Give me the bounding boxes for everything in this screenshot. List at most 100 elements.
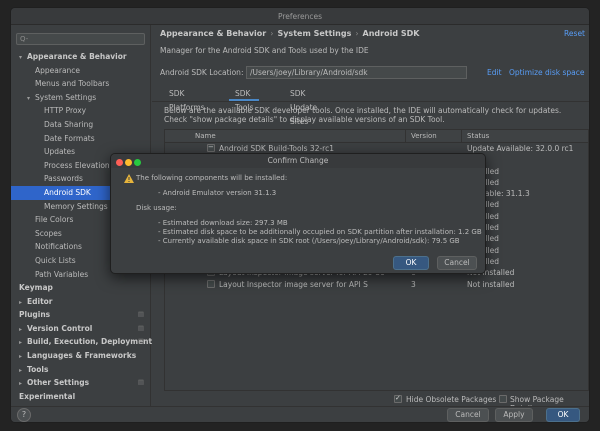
sdk-location-row: Android SDK Location: /Users/joey/Librar… bbox=[160, 66, 585, 79]
sidebar-item-label: Data Sharing bbox=[44, 119, 94, 129]
dialog-cancel-button[interactable]: Cancel bbox=[437, 256, 477, 270]
sidebar-item-editor[interactable]: ▸ Editor bbox=[11, 295, 150, 309]
sidebar-item-appearance-behavior[interactable]: ▾ Appearance & Behavior bbox=[11, 50, 150, 64]
sidebar-item-label: Languages & Frameworks bbox=[27, 351, 137, 361]
sidebar-item-label: Passwords bbox=[44, 174, 83, 184]
sidebar-item-label: Path Variables bbox=[35, 269, 89, 279]
show-details-checkbox[interactable] bbox=[499, 395, 507, 403]
breadcrumb-part: Appearance & Behavior bbox=[160, 29, 267, 38]
project-settings-icon: ▤ bbox=[137, 337, 144, 346]
table-header: Name Version Status bbox=[165, 130, 588, 143]
row-status: Not installed bbox=[467, 279, 515, 289]
chevron-right-icon[interactable]: ▸ bbox=[19, 350, 27, 364]
reset-link[interactable]: Reset bbox=[564, 25, 585, 43]
apply-button[interactable]: Apply bbox=[495, 408, 533, 422]
sidebar-item-label: Date Formats bbox=[44, 133, 95, 143]
close-window-icon[interactable] bbox=[116, 159, 123, 166]
sidebar-item-label: System Settings bbox=[35, 92, 97, 102]
column-header-name[interactable]: Name bbox=[195, 132, 216, 140]
sidebar-item-label: Appearance bbox=[35, 65, 81, 75]
help-button[interactable]: ? bbox=[17, 408, 31, 422]
cancel-button[interactable]: Cancel bbox=[447, 408, 489, 422]
confirm-change-dialog: Confirm Change The following components … bbox=[110, 153, 486, 274]
breadcrumb-separator: › bbox=[270, 29, 274, 38]
breadcrumb-separator: › bbox=[355, 29, 359, 38]
sidebar-item-label: Appearance & Behavior bbox=[27, 52, 127, 61]
row-status: Update Available: 32.0.0 rc1 bbox=[467, 144, 574, 153]
row-name: Layout Inspector image server for API S bbox=[219, 279, 368, 289]
sidebar-item-label: File Colors bbox=[35, 215, 74, 225]
breadcrumb-part: System Settings bbox=[277, 29, 352, 38]
tab-sdk-platforms[interactable]: SDK Platforms bbox=[169, 87, 205, 112]
dialog-body: The following components will be install… bbox=[111, 168, 485, 273]
sidebar-item-data-sharing[interactable]: Data Sharing bbox=[11, 118, 150, 132]
sidebar-item-label: Scopes bbox=[35, 228, 62, 238]
chevron-right-icon[interactable]: ▸ bbox=[19, 323, 27, 337]
sidebar-item-label: HTTP Proxy bbox=[44, 106, 87, 116]
project-settings-icon: ▤ bbox=[137, 323, 144, 332]
sidebar-item-experimental[interactable]: Experimental bbox=[11, 390, 150, 404]
warning-icon bbox=[124, 174, 134, 183]
install-item: - Android Emulator version 31.1.3 bbox=[158, 189, 277, 197]
row-checkbox[interactable] bbox=[207, 143, 215, 152]
chevron-right-icon[interactable]: ▸ bbox=[19, 336, 27, 350]
project-settings-icon: ▤ bbox=[137, 310, 144, 319]
tab-sdk-update-sites[interactable]: SDK Update Sites bbox=[290, 87, 317, 126]
chevron-right-icon[interactable]: ▸ bbox=[19, 296, 27, 310]
column-header-status[interactable]: Status bbox=[467, 132, 489, 140]
disk-usage-line: - Estimated download size: 297.3 MB bbox=[158, 219, 288, 227]
sidebar-item-version-control[interactable]: ▸ Version Control ▤ bbox=[11, 322, 150, 336]
window-title: Preferences bbox=[11, 8, 589, 25]
chevron-down-icon[interactable]: ▾ bbox=[19, 51, 27, 65]
sidebar-item-date-formats[interactable]: Date Formats bbox=[11, 132, 150, 146]
sidebar-item-system-settings[interactable]: ▾ System Settings bbox=[11, 91, 150, 105]
breadcrumb-part: Android SDK bbox=[362, 29, 420, 38]
tab-divider bbox=[152, 101, 589, 102]
sdk-location-label: Android SDK Location: bbox=[160, 68, 244, 77]
sdk-location-field[interactable]: /Users/joey/Library/Android/sdk bbox=[246, 66, 467, 79]
chevron-down-icon[interactable]: ▾ bbox=[27, 92, 35, 106]
sidebar-item-http-proxy[interactable]: HTTP Proxy bbox=[11, 104, 150, 118]
column-header-version[interactable]: Version bbox=[411, 132, 437, 140]
sidebar-item-label: Version Control bbox=[27, 323, 93, 333]
sidebar-item-languages-frameworks[interactable]: ▸ Languages & Frameworks bbox=[11, 349, 150, 363]
disk-usage-line: - Currently available disk space in SDK … bbox=[158, 237, 460, 245]
sidebar-item-label: Quick Lists bbox=[35, 255, 76, 265]
table-row[interactable]: Layout Inspector image server for API S 3… bbox=[165, 279, 588, 290]
dialog-ok-button[interactable]: OK bbox=[393, 256, 429, 270]
row-version: 3 bbox=[411, 279, 416, 289]
sidebar-item-label: Keymap bbox=[19, 283, 53, 293]
ok-button[interactable]: OK bbox=[546, 408, 580, 422]
edit-link[interactable]: Edit bbox=[487, 68, 502, 77]
row-name: Android SDK Build-Tools 32-rc1 bbox=[219, 144, 334, 153]
chevron-right-icon[interactable]: ▸ bbox=[19, 364, 27, 378]
zoom-window-icon[interactable] bbox=[134, 159, 141, 166]
column-divider bbox=[405, 130, 406, 143]
sidebar-item-other-settings[interactable]: ▸ Other Settings ▤ bbox=[11, 376, 150, 390]
sidebar-item-label: Notifications bbox=[35, 242, 82, 252]
chevron-right-icon[interactable]: ▸ bbox=[19, 377, 27, 391]
dialog-title: Confirm Change bbox=[267, 156, 329, 165]
sidebar-item-appearance[interactable]: Appearance bbox=[11, 64, 150, 78]
optimize-disk-space-link[interactable]: Optimize disk space bbox=[509, 68, 585, 77]
hide-obsolete-checkbox[interactable] bbox=[394, 394, 402, 403]
sidebar-item-label: Other Settings bbox=[27, 378, 90, 388]
panel-description: Manager for the Android SDK and Tools us… bbox=[160, 46, 369, 55]
sidebar-item-label: Updates bbox=[44, 147, 76, 157]
dialog-footer: ? Cancel Apply OK bbox=[11, 406, 589, 422]
disk-usage-line: - Estimated disk space to be additionall… bbox=[158, 228, 482, 236]
sidebar-item-tools[interactable]: ▸ Tools bbox=[11, 363, 150, 377]
sidebar-item-keymap[interactable]: Keymap bbox=[11, 281, 150, 295]
sidebar-item-label: Experimental bbox=[19, 391, 76, 401]
sidebar-item-label: Android SDK bbox=[44, 187, 91, 197]
package-options: Hide Obsolete Packages Show Package Deta… bbox=[152, 391, 589, 413]
minimize-window-icon[interactable] bbox=[125, 159, 132, 166]
tab-sdk-tools[interactable]: SDK Tools bbox=[229, 87, 260, 112]
sidebar-item-menus-and-toolbars[interactable]: Menus and Toolbars bbox=[11, 77, 150, 91]
sidebar-item-label: Editor bbox=[27, 296, 53, 306]
sidebar-item-plugins[interactable]: Plugins ▤ bbox=[11, 308, 150, 322]
row-checkbox[interactable] bbox=[207, 279, 215, 288]
sidebar-item-label: Menus and Toolbars bbox=[35, 79, 110, 89]
sidebar-item-build-execution-deployment[interactable]: ▸ Build, Execution, Deployment ▤ bbox=[11, 335, 152, 350]
search-input[interactable]: Q- bbox=[16, 33, 145, 45]
